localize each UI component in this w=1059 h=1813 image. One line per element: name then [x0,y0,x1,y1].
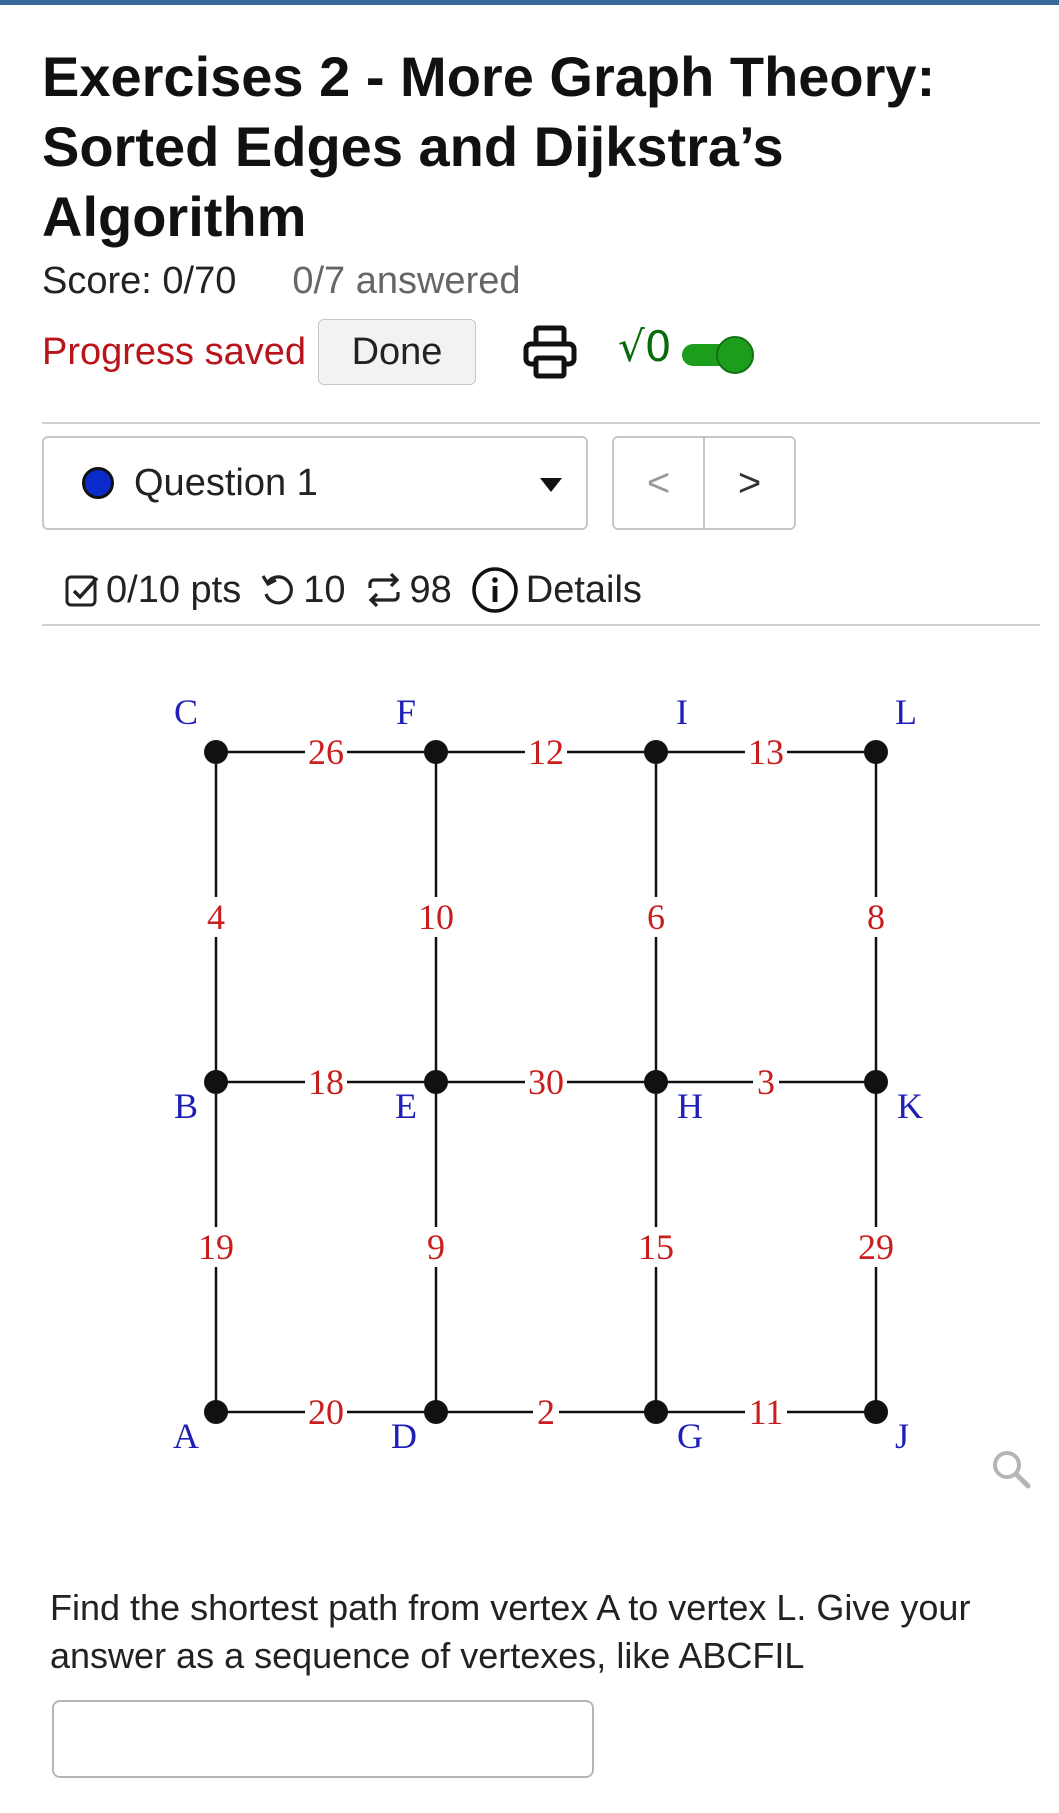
retries-count: 10 [303,568,346,611]
score-text: Score: 0/70 [42,260,237,302]
question-nav-buttons: < > [612,436,796,530]
vertex-B [204,1070,228,1094]
vertex-label-E: E [395,1086,417,1126]
points-text: 0/10 pts [106,568,242,611]
vertex-label-K: K [897,1086,923,1126]
status-row: Progress saved Done [42,318,477,386]
edge-weight-BA: 19 [198,1227,234,1267]
vertex-label-J: J [895,1416,909,1456]
vertex-label-B: B [174,1086,198,1126]
vertex-label-G: G [677,1416,703,1456]
question-select[interactable]: Question 1 [42,436,588,530]
edge-weight-LK: 8 [867,897,885,937]
print-icon[interactable] [520,322,580,382]
caret-down-icon [540,478,562,492]
vertex-J [864,1400,888,1424]
math-entry-icon: √0 [618,322,672,371]
vertex-label-I: I [676,692,688,732]
edge-weight-HG: 15 [638,1227,674,1267]
score-row: Score: 0/70 0/7 answered [42,260,521,303]
edge-weight-AD: 20 [308,1392,344,1432]
progress-saved-text: Progress saved [42,330,307,373]
edge-weight-HK: 3 [757,1062,775,1102]
page-title: Exercises 2 - More Graph Theory: Sorted … [42,45,936,248]
graph-diagram: 26 12 13 4 10 6 8 18 30 3 19 9 15 29 20 2 11 C F I L B E H K A D G J [173,692,923,1456]
magnifier-icon[interactable] [990,1448,1032,1490]
vertex-label-L: L [895,692,917,732]
top-accent-bar [0,0,1059,5]
answer-input[interactable] [52,1700,594,1778]
undo-icon [261,575,294,605]
answered-count: 0/7 answered [292,260,521,302]
edge-weight-KJ: 29 [858,1227,894,1267]
math-entry-toggle[interactable] [682,336,756,374]
edge-weight-IL: 13 [748,732,784,772]
vertex-label-D: D [391,1416,417,1456]
edge-weight-ED: 9 [427,1227,445,1267]
vertex-L [864,740,888,764]
vertex-label-C: C [174,692,198,732]
info-icon [472,567,518,613]
vertex-K [864,1070,888,1094]
edge-weight-FE: 10 [418,897,454,937]
regens-info: 98 [364,569,452,612]
edge-weight-IH: 6 [647,897,665,937]
toggle-knob [716,336,754,374]
edge-weight-FI: 12 [528,732,564,772]
details-link[interactable]: Details [470,565,642,615]
edge-weight-DG: 2 [537,1392,555,1432]
repeat-icon [367,572,400,608]
vertex-G [644,1400,668,1424]
question-info-row: 0/10 pts 10 98 Details [64,560,660,620]
vertex-I [644,740,668,764]
edge-weight-EH: 30 [528,1062,564,1102]
prev-question-button[interactable]: < [614,438,705,528]
question-select-label: Question 1 [134,461,318,504]
retries-info: 10 [259,568,346,612]
done-button[interactable]: Done [318,319,477,385]
edge-weight-GJ: 11 [749,1392,784,1432]
question-status-dot [82,467,114,499]
info-divider [42,624,1040,626]
vertex-A [204,1400,228,1424]
header-divider [42,422,1040,424]
points-info: 0/10 pts [64,569,241,612]
vertex-F [424,740,448,764]
vertex-label-A: A [173,1416,199,1456]
edge-weight-CF: 26 [308,732,344,772]
details-label: Details [525,568,642,611]
vertex-label-F: F [396,692,416,732]
vertex-E [424,1070,448,1094]
next-question-button[interactable]: > [705,438,794,528]
question-prompt: Find the shortest path from vertex A to … [50,1587,971,1676]
vertex-D [424,1400,448,1424]
vertex-C [204,740,228,764]
checkbox-icon [65,575,99,607]
edge-weight-CB: 4 [207,897,225,937]
vertex-H [644,1070,668,1094]
edge-weight-BE: 18 [308,1062,344,1102]
vertex-label-H: H [677,1086,703,1126]
regens-count: 98 [409,568,452,611]
